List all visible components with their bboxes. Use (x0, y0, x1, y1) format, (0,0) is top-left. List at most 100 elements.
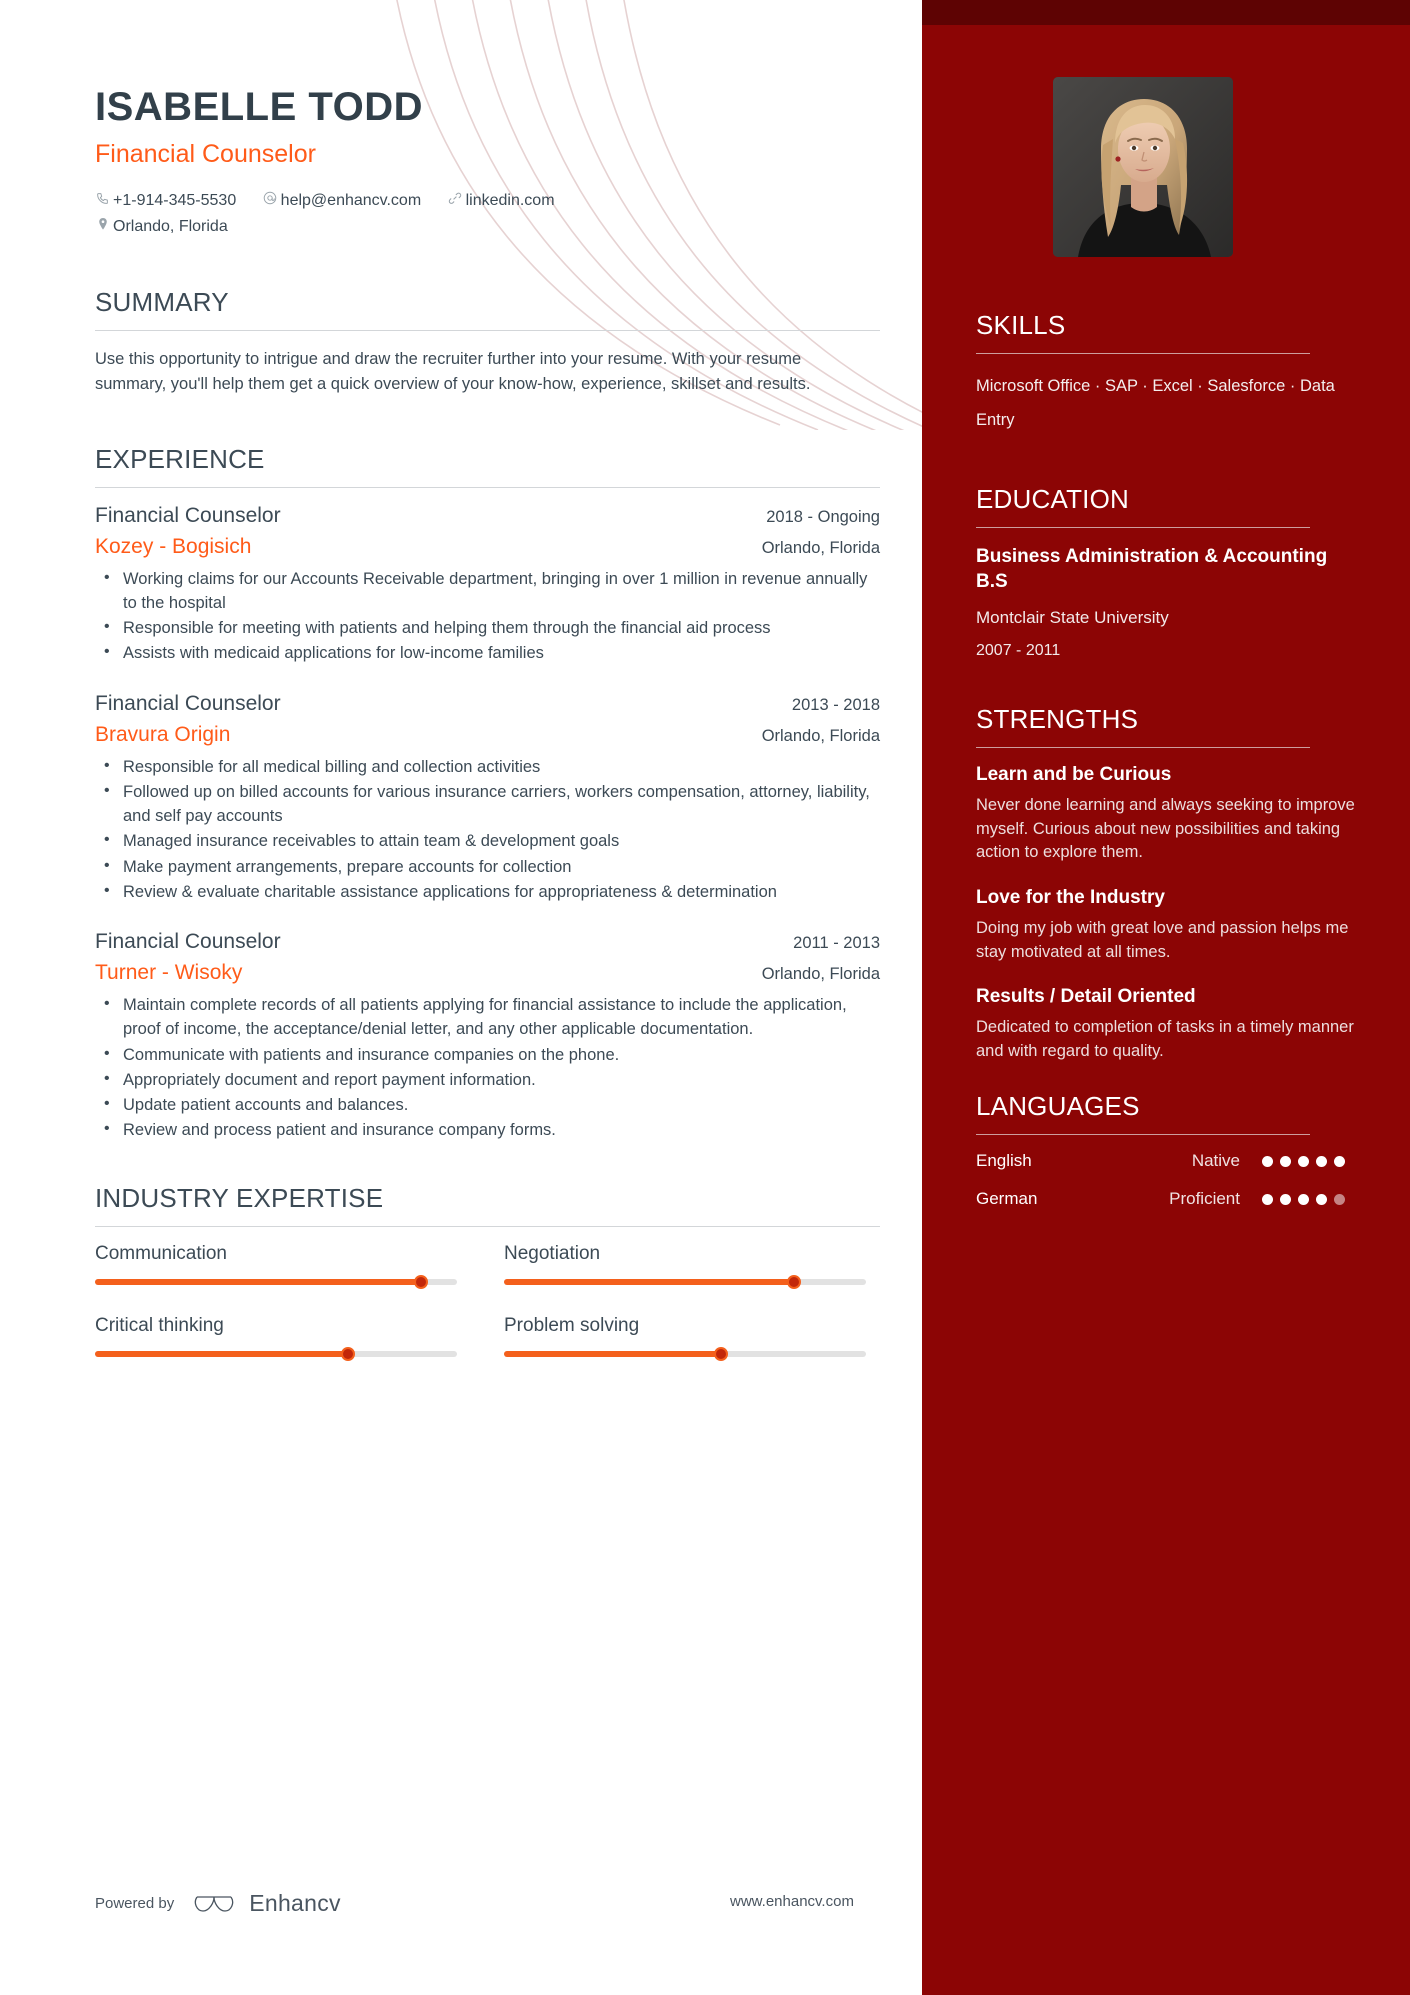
language-dot (1280, 1155, 1291, 1167)
job-position: Financial Counselor (95, 691, 281, 715)
language-item: German Proficient (976, 1189, 1356, 1209)
contact-linkedin[interactable]: linkedin.com (448, 189, 555, 214)
expertise-item: Communication (95, 1243, 487, 1289)
contact-linkedin-text: linkedin.com (465, 192, 555, 209)
language-dot (1262, 1155, 1273, 1167)
language-name: English (976, 1151, 1032, 1171)
footer: Powered by Enhancv www.enhancv.com (95, 1890, 880, 1917)
slider-fill (504, 1278, 794, 1285)
contact-email-text: help@enhancv.com (280, 192, 422, 209)
language-level: Proficient (1169, 1189, 1240, 1209)
skills-heading: SKILLS (976, 310, 1066, 340)
expertise-slider[interactable] (95, 1274, 457, 1289)
job-bullet: Managed insurance receivables to attain … (95, 828, 880, 853)
slider-knob[interactable] (786, 1274, 801, 1289)
language-dot (1316, 1193, 1327, 1205)
language-name: German (976, 1189, 1038, 1209)
job-bullets: Maintain complete records of all patient… (95, 992, 880, 1143)
experience-divider (95, 486, 880, 488)
job-bullet: Make payment arrangements, prepare accou… (95, 854, 880, 879)
section-experience: EXPERIENCE Financial Counselor 2018 - On… (95, 444, 922, 1143)
expertise-grid: Communication Negotiation Critical think… (95, 1243, 880, 1387)
job-company: Bravura Origin (95, 722, 231, 746)
expertise-label: Negotiation (504, 1242, 601, 1264)
strength-item: Love for the Industry Doing my job with … (976, 887, 1356, 964)
contact-location: Orlando, Florida (95, 215, 228, 240)
sidebar: SKILLS Microsoft Office · SAP · Excel · … (922, 0, 1410, 1995)
contact-email[interactable]: help@enhancv.com (263, 189, 421, 214)
expertise-slider[interactable] (504, 1274, 866, 1289)
education-dates: 2007 - 2011 (976, 642, 1061, 660)
language-item: English Native (976, 1151, 1356, 1171)
job-bullet: Responsible for meeting with patients an… (95, 615, 880, 640)
strength-item: Learn and be Curious Never done learning… (976, 764, 1356, 865)
strength-description: Doing my job with great love and passion… (976, 918, 1349, 961)
job-bullet: Maintain complete records of all patient… (95, 992, 880, 1042)
header-job-title: Financial Counselor (95, 140, 316, 168)
section-industry-expertise: INDUSTRY EXPERTISE Communication Negotia… (95, 1183, 922, 1387)
language-dots (1262, 1155, 1345, 1167)
slider-knob[interactable] (341, 1346, 356, 1361)
expertise-item: Negotiation (487, 1242, 879, 1289)
language-dot (1316, 1155, 1327, 1167)
language-dot (1280, 1193, 1291, 1205)
languages-divider (976, 1134, 1310, 1136)
language-dot (1298, 1155, 1309, 1167)
job-position: Financial Counselor (95, 503, 281, 527)
strength-item: Results / Detail Oriented Dedicated to c… (976, 986, 1356, 1063)
contact-phone[interactable]: +1-914-345-5530 (95, 189, 236, 214)
summary-text: Use this opportunity to intrigue and dra… (95, 349, 811, 394)
job-bullet: Followed up on billed accounts for vario… (95, 779, 880, 829)
resume-page: ISABELLE TODD Financial Counselor +1-914… (0, 0, 1410, 1995)
slider-knob[interactable] (714, 1346, 729, 1361)
job-bullet: Communicate with patients and insurance … (95, 1042, 880, 1067)
footer-url[interactable]: www.enhancv.com (730, 1893, 854, 1910)
expertise-slider[interactable] (95, 1346, 457, 1361)
main-column: ISABELLE TODD Financial Counselor +1-914… (0, 0, 922, 1995)
job-bullet: Appropriately document and report paymen… (95, 1067, 880, 1092)
strength-description: Dedicated to completion of tasks in a ti… (976, 1018, 1354, 1060)
education-divider (976, 526, 1310, 528)
expertise-item: Problem solving (487, 1314, 879, 1361)
job-bullet: Working claims for our Accounts Receivab… (95, 566, 880, 616)
job-bullets: Responsible for all medical billing and … (95, 754, 880, 905)
slider-fill (95, 1350, 349, 1357)
contact-location-text: Orlando, Florida (113, 217, 228, 235)
sidebar-top-strip (922, 0, 1410, 25)
job-location: Orlando, Florida (761, 726, 880, 745)
job-location: Orlando, Florida (761, 538, 880, 557)
languages-heading: LANGUAGES (976, 1091, 1140, 1122)
language-dot (1262, 1193, 1273, 1205)
section-strengths: STRENGTHS Learn and be Curious Never don… (976, 704, 1356, 1063)
job-bullet: Responsible for all medical billing and … (95, 754, 880, 779)
education-heading: EDUCATION (976, 483, 1129, 514)
expertise-slider[interactable] (504, 1346, 866, 1361)
job-dates: 2013 - 2018 (791, 695, 880, 714)
strength-title: Love for the Industry (976, 886, 1165, 908)
email-icon (263, 189, 278, 214)
summary-heading: SUMMARY (95, 286, 229, 317)
job-dates: 2018 - Ongoing (766, 507, 880, 526)
experience-item: Financial Counselor 2011 - 2013 Turner -… (95, 930, 922, 1143)
job-bullet: Assists with medicaid applications for l… (95, 640, 880, 665)
expertise-label: Problem solving (504, 1314, 640, 1336)
industry-expertise-divider (95, 1225, 880, 1227)
education-degree: Business Administration & Accounting B.S (976, 545, 1328, 592)
language-level: Native (1191, 1151, 1240, 1171)
experience-item: Financial Counselor 2013 - 2018 Bravura … (95, 692, 922, 905)
enhancv-logo: Enhancv (194, 1890, 341, 1917)
skills-text: Microsoft Office · SAP · Excel · Salesfo… (976, 377, 1335, 429)
footer-powered-by: Powered by (95, 1895, 175, 1912)
slider-knob[interactable] (413, 1274, 428, 1289)
job-bullet: Review & evaluate charitable assistance … (95, 879, 880, 904)
job-company: Kozey - Bogisich (95, 534, 252, 558)
strength-description: Never done learning and always seeking t… (976, 796, 1355, 862)
summary-divider (95, 329, 880, 331)
language-dots (1262, 1193, 1345, 1205)
language-dot (1334, 1193, 1345, 1205)
contact-list: +1-914-345-5530 help@enhancv.com linkedi… (95, 189, 922, 241)
job-company: Turner - Wisoky (95, 961, 243, 985)
section-languages: LANGUAGES English Native German Proficie… (976, 1091, 1356, 1209)
strength-title: Results / Detail Oriented (976, 986, 1196, 1008)
job-bullets: Working claims for our Accounts Receivab… (95, 566, 880, 666)
